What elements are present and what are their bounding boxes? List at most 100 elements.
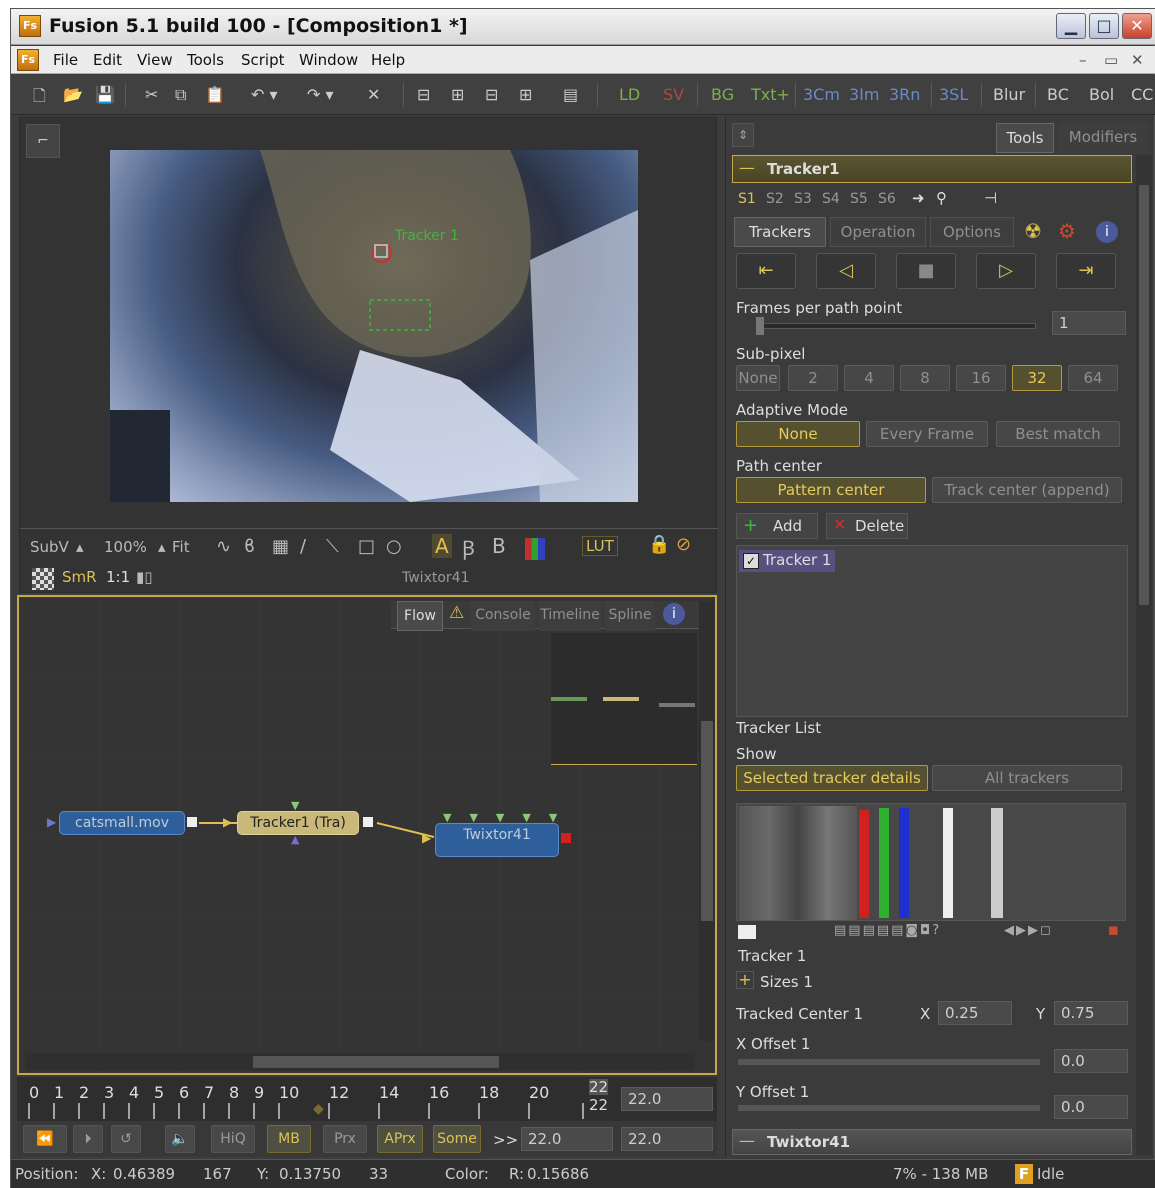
- roi-icon[interactable]: ⊘: [676, 534, 691, 555]
- track-to-end-icon[interactable]: ⇥: [1056, 253, 1116, 289]
- tool-3sl[interactable]: 3SL: [939, 85, 968, 104]
- smr-button[interactable]: SmR: [62, 568, 97, 586]
- tracker-pattern-preview[interactable]: [736, 803, 1126, 921]
- undo-icon[interactable]: ↶ ▾: [251, 85, 278, 104]
- flow-horizontal-thumb[interactable]: [253, 1056, 499, 1068]
- arrow-right-icon[interactable]: ➜: [912, 189, 925, 207]
- subpixel-32[interactable]: 32: [1012, 365, 1062, 391]
- delete-tracker-button[interactable]: ✕ Delete: [826, 513, 908, 539]
- expand-arrows[interactable]: >>: [493, 1131, 518, 1149]
- channel-select-icon[interactable]: [738, 925, 756, 939]
- tab-options[interactable]: Options: [930, 217, 1014, 247]
- view-select-arrow-icon[interactable]: ▴: [76, 538, 84, 556]
- fit-button[interactable]: Fit: [172, 538, 190, 556]
- add-tracker-button[interactable]: + Add: [736, 513, 818, 539]
- copy-icon[interactable]: ⧉: [175, 85, 186, 105]
- adaptive-every-frame[interactable]: Every Frame: [866, 421, 988, 447]
- inspector-scroll-thumb[interactable]: [1139, 185, 1149, 605]
- tab-tools[interactable]: Tools: [996, 123, 1054, 153]
- tracker-enable-checkbox[interactable]: ✓: [743, 553, 759, 569]
- tracked-center-x-field[interactable]: 0.25: [938, 1001, 1012, 1025]
- tool-cc[interactable]: CC: [1131, 85, 1153, 104]
- tool-bg[interactable]: BG: [711, 85, 734, 104]
- viewer-pin-icon[interactable]: ⌐: [26, 124, 60, 158]
- collapse-icon[interactable]: —: [739, 158, 755, 177]
- loop-button[interactable]: ↺: [111, 1125, 141, 1153]
- tracker-list-item[interactable]: ✓ Tracker 1: [739, 550, 835, 572]
- tracker-list-box[interactable]: ✓ Tracker 1: [736, 545, 1128, 717]
- expand-sizes-icon[interactable]: +: [736, 971, 754, 989]
- track-forward-icon[interactable]: ▷: [976, 253, 1036, 289]
- doc-minimize-icon[interactable]: –: [1079, 51, 1087, 69]
- stabilize-s2[interactable]: S2: [766, 191, 784, 207]
- line-icon[interactable]: /: [300, 536, 306, 557]
- subpixel-none[interactable]: None: [736, 365, 780, 391]
- pin-icon[interactable]: ⊣: [984, 189, 997, 207]
- layout-4-icon[interactable]: ⊞: [519, 85, 532, 104]
- step-button[interactable]: ⏵: [73, 1125, 103, 1153]
- menu-help[interactable]: Help: [371, 51, 405, 69]
- tab-trackers[interactable]: Trackers: [734, 217, 826, 247]
- tracked-center-y-field[interactable]: 0.75: [1054, 1001, 1128, 1025]
- stop-tracking-icon[interactable]: ■: [896, 253, 956, 289]
- gear-icon[interactable]: ⚙: [1058, 219, 1076, 243]
- link-icon[interactable]: ⚲: [936, 189, 947, 207]
- rectangle-icon[interactable]: □: [358, 536, 375, 557]
- reset-icon[interactable]: ◼: [1108, 923, 1119, 938]
- channels-icon[interactable]: [525, 538, 545, 560]
- path-center-track[interactable]: Track center (append): [932, 477, 1122, 503]
- x-offset-slider[interactable]: [738, 1059, 1040, 1065]
- end-time-field[interactable]: 22.0: [621, 1087, 713, 1111]
- tab-modifiers[interactable]: Modifiers: [1058, 123, 1148, 153]
- scroll-updown-icon[interactable]: ⇕: [732, 123, 754, 147]
- subpixel-8[interactable]: 8: [900, 365, 950, 391]
- lut-button[interactable]: LUT: [582, 536, 618, 556]
- wand-icon[interactable]: ⟍: [326, 536, 339, 557]
- layout-3-icon[interactable]: ⊟: [485, 85, 498, 104]
- lock-icon[interactable]: 🔒: [648, 534, 670, 555]
- cut-tool-icon[interactable]: ✕: [367, 85, 380, 104]
- path-center-pattern[interactable]: Pattern center: [736, 477, 926, 503]
- play-reverse-button[interactable]: ⏪: [23, 1125, 67, 1153]
- info-icon[interactable]: i: [663, 603, 685, 625]
- radiation-icon[interactable]: ☢: [1024, 219, 1042, 243]
- view-a-button[interactable]: A: [432, 534, 452, 558]
- redo-icon[interactable]: ↷ ▾: [307, 85, 334, 104]
- stabilize-s5[interactable]: S5: [850, 191, 868, 207]
- checker-icon[interactable]: [32, 568, 54, 590]
- ellipse-icon[interactable]: ○: [386, 536, 402, 557]
- subpixel-2[interactable]: 2: [788, 365, 838, 391]
- some-button[interactable]: Some: [433, 1125, 481, 1153]
- node-output-port[interactable]: [187, 817, 197, 827]
- menu-file[interactable]: File: [53, 51, 78, 69]
- show-selected-details[interactable]: Selected tracker details: [736, 765, 928, 791]
- menu-edit[interactable]: Edit: [93, 51, 122, 69]
- ab-split-icon[interactable]: Ꞵ: [462, 534, 475, 561]
- node-catsmall[interactable]: catsmall.mov: [59, 811, 185, 835]
- frames-per-path-thumb[interactable]: [756, 317, 764, 335]
- node-tracker1[interactable]: Tracker1 (Tra): [237, 811, 359, 835]
- mb-button[interactable]: MB: [267, 1125, 311, 1153]
- y-offset-slider[interactable]: [738, 1105, 1040, 1111]
- menu-view[interactable]: View: [137, 51, 173, 69]
- tab-timeline[interactable]: Timeline: [539, 601, 601, 631]
- minimize-button[interactable]: ▁: [1056, 13, 1086, 39]
- nav-buttons-icon[interactable]: ◀▶▶◻: [1004, 923, 1053, 938]
- aprx-button[interactable]: APrx: [377, 1125, 423, 1153]
- audio-icon[interactable]: 🔈: [165, 1125, 195, 1153]
- y-offset-field[interactable]: 0.0: [1054, 1095, 1128, 1119]
- info-icon[interactable]: i: [1096, 221, 1118, 243]
- flow-navigator[interactable]: [551, 633, 697, 765]
- save-icon[interactable]: 💾: [95, 85, 115, 104]
- stabilize-s4[interactable]: S4: [822, 191, 840, 207]
- tool-blur[interactable]: Blur: [993, 85, 1025, 104]
- twixtor-header[interactable]: — Twixtor41: [732, 1129, 1132, 1155]
- current-time-field[interactable]: 22.0: [521, 1127, 613, 1151]
- frames-per-path-field[interactable]: 1: [1052, 311, 1126, 335]
- tool-bc[interactable]: BC: [1047, 85, 1069, 104]
- timeline-ruler[interactable]: 0 1 2 3 4 5 6 7 8 9 10 12 14 16 18 20 ◆ …: [17, 1077, 717, 1121]
- hiq-button[interactable]: HiQ: [211, 1125, 255, 1153]
- subpixel-64[interactable]: 64: [1068, 365, 1118, 391]
- x-offset-field[interactable]: 0.0: [1054, 1049, 1128, 1073]
- track-backward-icon[interactable]: ◁: [816, 253, 876, 289]
